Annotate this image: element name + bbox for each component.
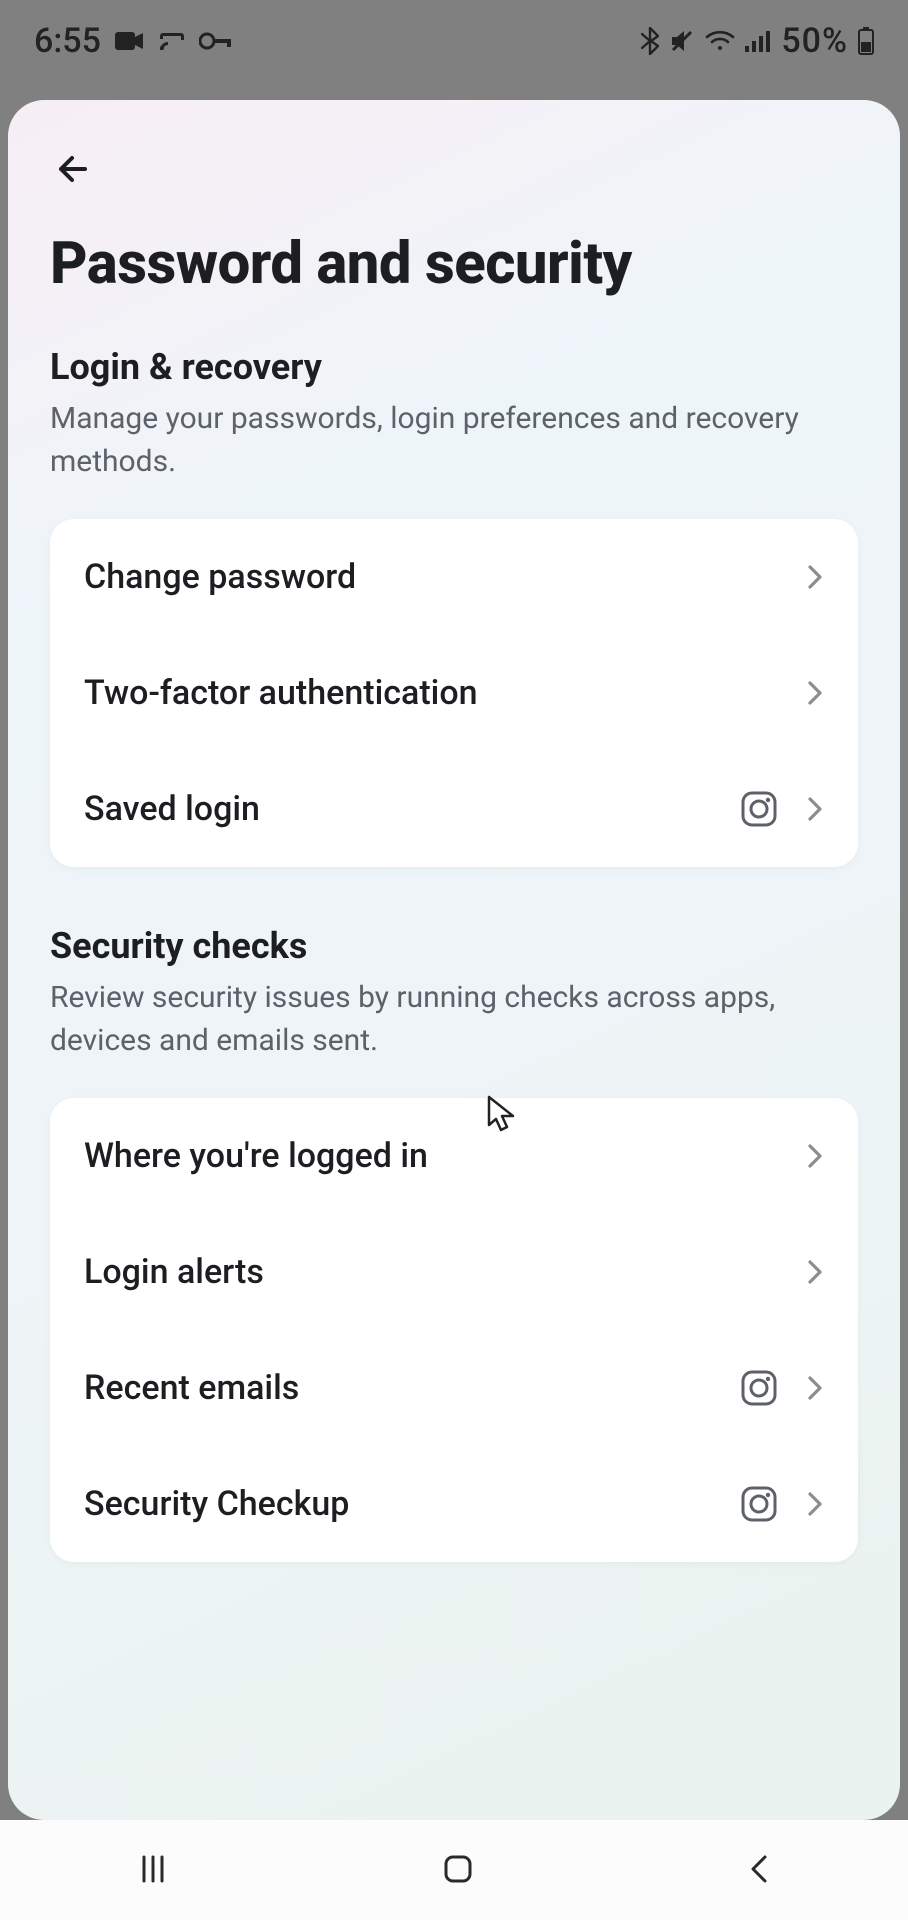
chevron-right-icon [806, 795, 824, 823]
where-youre-logged-in-row[interactable]: Where you're logged in [50, 1098, 858, 1214]
section-title-login-recovery: Login & recovery [50, 346, 858, 388]
status-battery: 50% [781, 21, 848, 61]
chevron-left-icon [745, 1875, 773, 1890]
status-right: 50% [641, 21, 874, 61]
android-nav-bar [0, 1820, 908, 1920]
row-label: Saved login [84, 789, 720, 829]
row-label: Where you're logged in [84, 1136, 778, 1176]
chevron-right-icon [806, 1374, 824, 1402]
row-label: Security Checkup [84, 1484, 720, 1524]
arrow-left-icon [53, 148, 95, 193]
mute-icon [669, 28, 695, 54]
page-title: Password and security [50, 230, 858, 298]
recents-icon [135, 1875, 171, 1890]
change-password-row[interactable]: Change password [50, 519, 858, 635]
chevron-right-icon [806, 563, 824, 591]
battery-icon [858, 27, 874, 55]
instagram-icon [740, 1485, 778, 1523]
home-icon [440, 1875, 476, 1890]
instagram-icon [740, 1369, 778, 1407]
row-label: Login alerts [84, 1252, 778, 1292]
login-alerts-row[interactable]: Login alerts [50, 1214, 858, 1330]
section-desc-security-checks: Review security issues by running checks… [50, 977, 830, 1062]
chevron-right-icon [806, 1258, 824, 1286]
status-left: 6:55 [34, 21, 233, 61]
back-button[interactable] [44, 140, 104, 200]
row-label: Recent emails [84, 1368, 720, 1408]
row-label: Change password [84, 557, 778, 597]
security-checks-card: Where you're logged in Login alerts Rece… [50, 1098, 858, 1562]
cast-icon [159, 30, 185, 52]
wifi-icon [705, 29, 735, 53]
home-button[interactable] [440, 1851, 476, 1890]
chevron-right-icon [806, 679, 824, 707]
two-factor-authentication-row[interactable]: Two-factor authentication [50, 635, 858, 751]
status-time: 6:55 [34, 21, 101, 61]
recent-emails-row[interactable]: Recent emails [50, 1330, 858, 1446]
security-checkup-row[interactable]: Security Checkup [50, 1446, 858, 1562]
instagram-icon [740, 790, 778, 828]
row-label: Two-factor authentication [84, 673, 778, 713]
recents-button[interactable] [135, 1851, 171, 1890]
section-desc-login-recovery: Manage your passwords, login preferences… [50, 398, 830, 483]
vpn-key-icon [199, 32, 233, 50]
section-title-security-checks: Security checks [50, 925, 858, 967]
saved-login-row[interactable]: Saved login [50, 751, 858, 867]
back-nav-button[interactable] [745, 1851, 773, 1890]
bluetooth-icon [641, 27, 659, 55]
signal-icon [745, 30, 771, 52]
login-recovery-card: Change password Two-factor authenticatio… [50, 519, 858, 867]
settings-sheet: Password and security Login & recovery M… [8, 100, 900, 1820]
video-camera-icon [115, 30, 145, 52]
status-bar: 6:55 50% [0, 0, 908, 82]
chevron-right-icon [806, 1142, 824, 1170]
chevron-right-icon [806, 1490, 824, 1518]
